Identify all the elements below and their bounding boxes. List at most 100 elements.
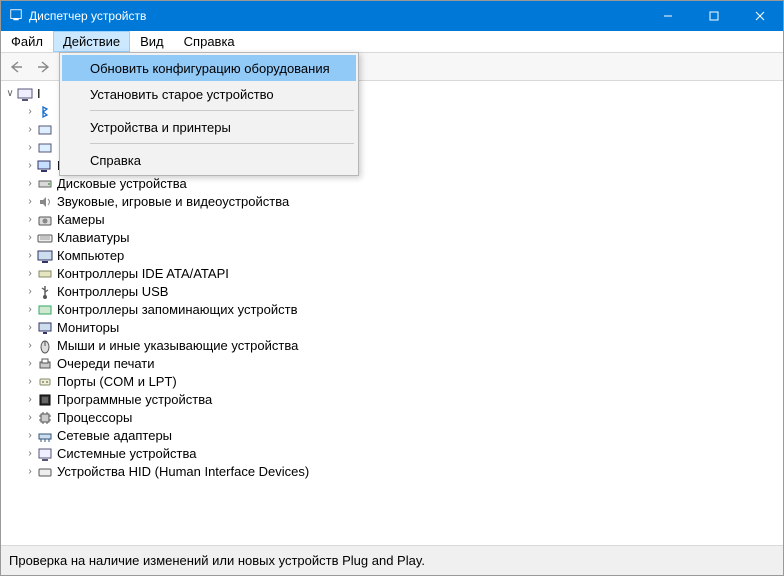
menu-refresh-hardware[interactable]: Обновить конфигурацию оборудования [62,55,356,81]
expand-icon[interactable]: › [23,139,37,157]
tree-item-monitors[interactable]: › Мониторы [23,319,781,337]
tree-item-disk[interactable]: › Дисковые устройства [23,175,781,193]
tree-label: Порты (COM и LPT) [57,373,177,391]
tree-item-computer[interactable]: › Компьютер [23,247,781,265]
tree-item-printq[interactable]: › Очереди печати [23,355,781,373]
tree-item-mice[interactable]: › Мыши и иные указывающие устройства [23,337,781,355]
display-adapter-icon [37,158,53,174]
tree-label: Сетевые адаптеры [57,427,172,445]
tree-label: Системные устройства [57,445,196,463]
menu-help-item[interactable]: Справка [62,147,356,173]
expand-icon[interactable]: › [23,463,37,481]
tree-label: Мониторы [57,319,119,337]
tree-label: Контроллеры IDE ATA/ATAPI [57,265,229,283]
tree-label: Устройства HID (Human Interface Devices) [57,463,309,481]
expand-icon[interactable]: › [23,301,37,319]
tree-item-cameras[interactable]: › Камеры [23,211,781,229]
expand-icon[interactable]: › [23,211,37,229]
expand-icon[interactable]: › [23,193,37,211]
cpu-icon [37,410,53,426]
computer-icon [37,248,53,264]
menu-action[interactable]: Действие [53,31,130,52]
usb-icon [37,284,53,300]
tree-item-hid[interactable]: › Устройства HID (Human Interface Devices… [23,463,781,481]
tree-item-cpu[interactable]: › Процессоры [23,409,781,427]
hid-icon [37,464,53,480]
software-device-icon [37,392,53,408]
camera-icon [37,212,53,228]
expand-icon[interactable]: › [23,247,37,265]
tree-label: Процессоры [57,409,132,427]
audio-icon [37,194,53,210]
titlebar: Диспетчер устройств [1,1,783,31]
tree-label: Контроллеры запоминающих устройств [57,301,297,319]
network-icon [37,428,53,444]
expand-icon[interactable]: ∨ [3,85,17,103]
forward-button[interactable] [33,56,55,78]
expand-icon[interactable]: › [23,391,37,409]
computer-root-icon [17,86,33,102]
tree-label: Компьютер [57,247,124,265]
tree-label: Программные устройства [57,391,212,409]
tree-label: Клавиатуры [57,229,130,247]
unknown-icon [37,140,53,156]
menu-separator [90,110,354,111]
tree-item-usb[interactable]: › Контроллеры USB [23,283,781,301]
mouse-icon [37,338,53,354]
expand-icon[interactable]: › [23,337,37,355]
expand-icon[interactable]: › [23,355,37,373]
bluetooth-icon [37,104,53,120]
tree-root-label: I [37,85,41,103]
tree-label: Очереди печати [57,355,155,373]
tree-label: Контроллеры USB [57,283,168,301]
menu-separator [90,143,354,144]
tree-item-audio[interactable]: › Звуковые, игровые и видеоустройства [23,193,781,211]
tree-item-storage[interactable]: › Контроллеры запоминающих устройств [23,301,781,319]
tree-item-net[interactable]: › Сетевые адаптеры [23,427,781,445]
tree-item-ports[interactable]: › Порты (COM и LPT) [23,373,781,391]
expand-icon[interactable]: › [23,103,37,121]
tree-item-system[interactable]: › Системные устройства [23,445,781,463]
status-bar: Проверка на наличие изменений или новых … [1,545,783,575]
app-icon [9,8,23,25]
expand-icon[interactable]: › [23,283,37,301]
keyboard-icon [37,230,53,246]
back-button[interactable] [7,56,29,78]
ide-controller-icon [37,266,53,282]
tree-label: Дисковые устройства [57,175,187,193]
expand-icon[interactable]: › [23,445,37,463]
menubar: Файл Действие Вид Справка Обновить конфи… [1,31,783,53]
minimize-button[interactable] [645,1,691,31]
close-button[interactable] [737,1,783,31]
maximize-button[interactable] [691,1,737,31]
expand-icon[interactable]: › [23,427,37,445]
disk-icon [37,176,53,192]
menu-view[interactable]: Вид [130,31,174,52]
tree-item-software[interactable]: › Программные устройства [23,391,781,409]
expand-icon[interactable]: › [23,265,37,283]
expand-icon[interactable]: › [23,373,37,391]
expand-icon[interactable]: › [23,121,37,139]
expand-icon[interactable]: › [23,157,37,175]
window-title: Диспетчер устройств [29,9,645,23]
monitor-icon [37,320,53,336]
tree-item-keyboards[interactable]: › Клавиатуры [23,229,781,247]
system-device-icon [37,446,53,462]
expand-icon[interactable]: › [23,409,37,427]
action-dropdown: Обновить конфигурацию оборудования Устан… [59,52,359,176]
expand-icon[interactable]: › [23,175,37,193]
storage-controller-icon [37,302,53,318]
unknown-icon [37,122,53,138]
printer-icon [37,356,53,372]
menu-help[interactable]: Справка [174,31,245,52]
port-icon [37,374,53,390]
tree-label: Звуковые, игровые и видеоустройства [57,193,289,211]
tree-label: Камеры [57,211,105,229]
tree-item-ide[interactable]: › Контроллеры IDE ATA/ATAPI [23,265,781,283]
menu-file[interactable]: Файл [1,31,53,52]
expand-icon[interactable]: › [23,319,37,337]
menu-install-legacy[interactable]: Установить старое устройство [62,81,356,107]
tree-label: Мыши и иные указывающие устройства [57,337,298,355]
menu-devices-printers[interactable]: Устройства и принтеры [62,114,356,140]
expand-icon[interactable]: › [23,229,37,247]
